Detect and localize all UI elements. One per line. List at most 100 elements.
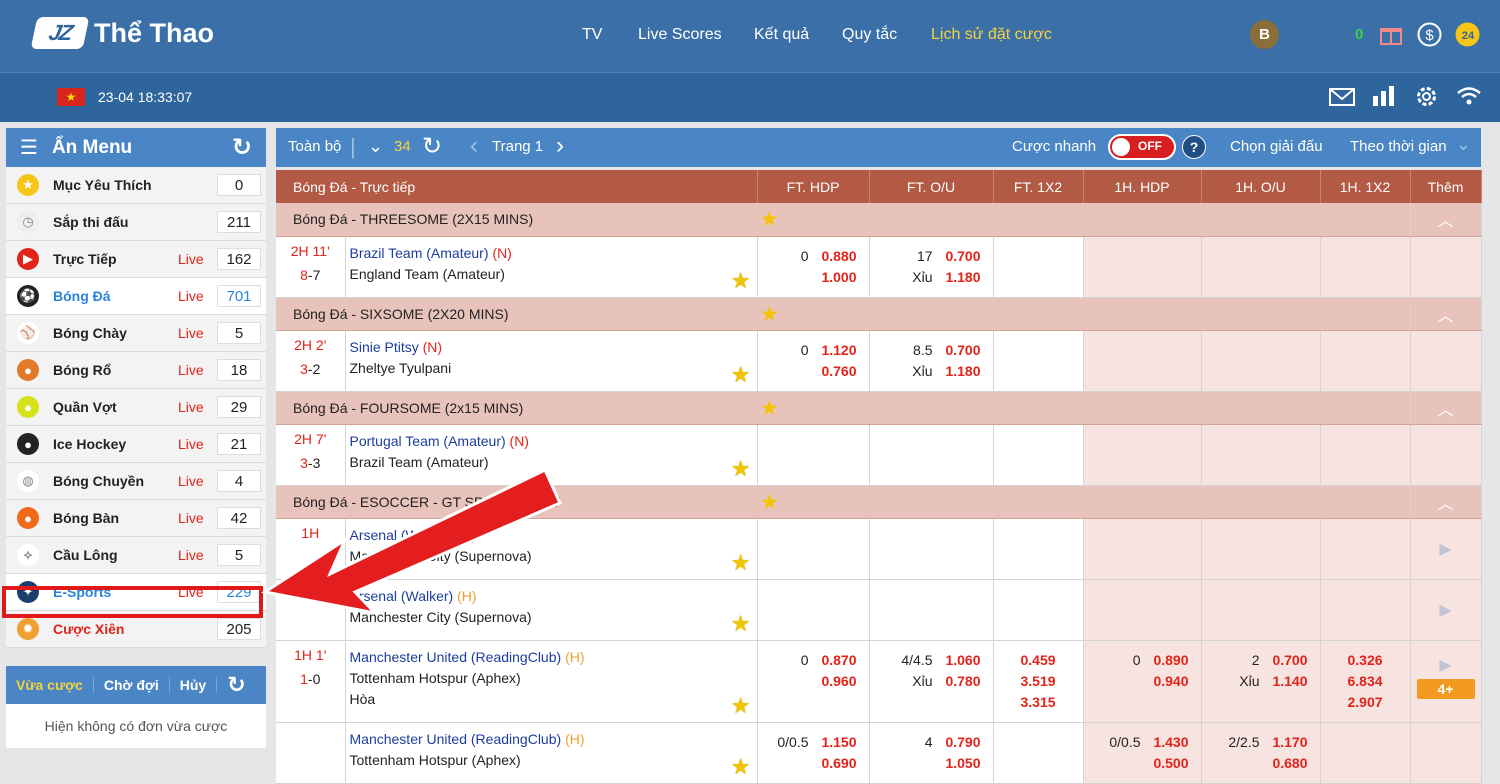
collapse-chevron-icon[interactable]: ︿	[1410, 391, 1482, 425]
odds-value[interactable]: 0.700	[943, 246, 980, 267]
collapse-chevron-icon[interactable]: ︿	[1410, 485, 1482, 519]
odds-value[interactable]: 0.870	[819, 650, 856, 671]
league-row[interactable]: Bóng Đá - FOURSOME (2x15 MINS) ★ ︿	[276, 391, 1482, 425]
league-row[interactable]: Bóng Đá - SIXSOME (2X20 MINS) ★ ︿	[276, 297, 1482, 331]
tab-cancelled[interactable]: Hủy	[170, 677, 218, 693]
stats-icon[interactable]	[1371, 84, 1397, 108]
collapse-chevron-icon[interactable]: ︿	[1410, 203, 1482, 237]
add-favorite-star-icon[interactable]: ★	[731, 269, 751, 291]
odds-value[interactable]: 6.834	[1321, 671, 1410, 692]
gift-icon[interactable]	[1379, 22, 1403, 46]
odds-value[interactable]: 0.960	[819, 671, 856, 692]
refresh-bets-icon[interactable]: ↻	[217, 672, 255, 698]
sidebar-item-3[interactable]: ⚽ Bóng Đá Live 701	[6, 278, 266, 315]
nav-bet-history[interactable]: Lịch sử đặt cược	[931, 26, 1052, 44]
home-team[interactable]: Manchester United (ReadingClub)	[350, 731, 562, 747]
away-team[interactable]: Zheltye Tyulpani	[350, 358, 753, 379]
favorite-star-icon[interactable]: ★	[760, 302, 779, 327]
odds-value[interactable]: 0.790	[943, 732, 980, 753]
sidebar-header[interactable]: ☰ Ẩn Menu ↻	[6, 128, 266, 167]
odds-value[interactable]: 0.690	[819, 753, 856, 774]
home-team[interactable]: Portugal Team (Amateur)	[350, 433, 506, 449]
odds-value[interactable]: 1.180	[943, 267, 980, 288]
favorite-star-icon[interactable]: ★	[760, 396, 779, 421]
add-favorite-star-icon[interactable]: ★	[731, 612, 751, 634]
quick-bet-toggle[interactable]: OFF	[1108, 134, 1176, 160]
tab-pending[interactable]: Chờ đợi	[94, 677, 170, 693]
sidebar-item-10[interactable]: ⟡ Cầu Lông Live 5	[6, 537, 266, 574]
choose-league-button[interactable]: Chọn giải đấu	[1230, 138, 1323, 155]
add-favorite-star-icon[interactable]: ★	[731, 457, 751, 479]
sidebar-item-0[interactable]: ★ Mục Yêu Thích 0	[6, 167, 266, 204]
odds-value[interactable]: 1.180	[943, 361, 980, 382]
league-row[interactable]: Bóng Đá - ESOCCER - GT SPORTS PLAY ★ ︿	[276, 485, 1482, 519]
away-team[interactable]: Manchester City (Supernova)	[350, 546, 753, 567]
favorite-star-icon[interactable]: ★	[760, 490, 779, 515]
nav-live-scores[interactable]: Live Scores	[638, 26, 722, 44]
sort-by-time-button[interactable]: Theo thời gian	[1350, 138, 1447, 155]
avatar[interactable]: B	[1250, 20, 1279, 49]
support-24-icon[interactable]: 24	[1453, 20, 1482, 49]
odds-value[interactable]: 0.780	[943, 671, 980, 692]
prev-page-icon[interactable]: ‹	[470, 132, 478, 160]
add-favorite-star-icon[interactable]: ★	[731, 694, 751, 716]
odds-value[interactable]: 0.760	[819, 361, 856, 382]
vietnam-flag-icon[interactable]: ★	[57, 88, 85, 106]
odds-value[interactable]: 0.880	[819, 246, 856, 267]
favorite-star-icon[interactable]: ★	[760, 207, 779, 232]
refresh-icon[interactable]: ↻	[232, 133, 252, 162]
add-favorite-star-icon[interactable]: ★	[731, 363, 751, 385]
odds-value[interactable]: 0.700	[1270, 650, 1307, 671]
odds-value[interactable]: 0.500	[1151, 753, 1188, 774]
home-team[interactable]: Arsenal (Walker)	[350, 588, 454, 604]
odds-value[interactable]: 0.940	[1151, 671, 1188, 692]
away-team[interactable]: Manchester City (Supernova)	[350, 607, 753, 628]
add-favorite-star-icon[interactable]: ★	[731, 551, 751, 573]
away-team[interactable]: Brazil Team (Amateur)	[350, 452, 753, 473]
odds-value[interactable]: 1.140	[1270, 671, 1307, 692]
away-team[interactable]: England Team (Amateur)	[350, 264, 753, 285]
sidebar-item-5[interactable]: ● Bóng Rổ Live 18	[6, 352, 266, 389]
logo[interactable]: JZ Thể Thao	[30, 16, 214, 50]
odds-value[interactable]: 1.000	[819, 267, 856, 288]
odds-value[interactable]: 0.700	[943, 340, 980, 361]
home-team[interactable]: Manchester United (ReadingClub)	[350, 649, 562, 665]
more-bets-button[interactable]: 4+	[1416, 678, 1475, 699]
home-team[interactable]: Arsenal (Walker)	[350, 527, 454, 543]
play-icon[interactable]: ▶	[1411, 539, 1481, 559]
sidebar-item-6[interactable]: ● Quần Vợt Live 29	[6, 389, 266, 426]
sidebar-item-2[interactable]: ▶ Trực Tiếp Live 162	[6, 241, 266, 278]
sidebar-item-9[interactable]: ● Bóng Bàn Live 42	[6, 500, 266, 537]
collapse-chevron-icon[interactable]: ︿	[1410, 297, 1482, 331]
odds-value[interactable]: 3.315	[994, 692, 1083, 713]
help-icon[interactable]: ?	[1182, 135, 1206, 159]
nav-tv[interactable]: TV	[582, 26, 602, 44]
all-filter-button[interactable]: Toàn bộ	[288, 138, 341, 155]
sidebar-item-7[interactable]: ● Ice Hockey Live 21	[6, 426, 266, 463]
play-icon[interactable]: ▶	[1411, 600, 1481, 620]
settings-gear-icon[interactable]	[1413, 83, 1440, 110]
currency-exchange-icon[interactable]: $	[1416, 21, 1443, 48]
sidebar-item-4[interactable]: ⚾ Bóng Chày Live 5	[6, 315, 266, 352]
league-row[interactable]: Bóng Đá - THREESOME (2X15 MINS) ★ ︿	[276, 203, 1482, 237]
next-page-icon[interactable]: ›	[556, 132, 564, 160]
odds-value[interactable]: 2.907	[1321, 692, 1410, 713]
chevron-down-icon[interactable]: ⌄	[1456, 134, 1471, 155]
nav-results[interactable]: Kết quả	[754, 26, 809, 44]
odds-value[interactable]: 0.326	[1321, 650, 1410, 671]
reload-icon[interactable]: ↻	[422, 132, 442, 161]
odds-value[interactable]: 0.680	[1270, 753, 1307, 774]
odds-value[interactable]: 1.050	[943, 753, 980, 774]
odds-value[interactable]: 0.459	[994, 650, 1083, 671]
away-team[interactable]: Tottenham Hotspur (Aphex)	[350, 750, 753, 771]
sidebar-item-8[interactable]: ◍ Bóng Chuyền Live 4	[6, 463, 266, 500]
home-team[interactable]: Sinie Ptitsy	[350, 339, 419, 355]
home-team[interactable]: Brazil Team (Amateur)	[350, 245, 489, 261]
odds-value[interactable]: 1.150	[819, 732, 856, 753]
nav-rules[interactable]: Quy tắc	[842, 26, 897, 44]
hamburger-icon[interactable]: ☰	[20, 135, 38, 160]
odds-value[interactable]: 1.430	[1151, 732, 1188, 753]
odds-value[interactable]: 0.890	[1151, 650, 1188, 671]
mail-icon[interactable]	[1328, 86, 1356, 108]
odds-value[interactable]: 1.060	[943, 650, 980, 671]
